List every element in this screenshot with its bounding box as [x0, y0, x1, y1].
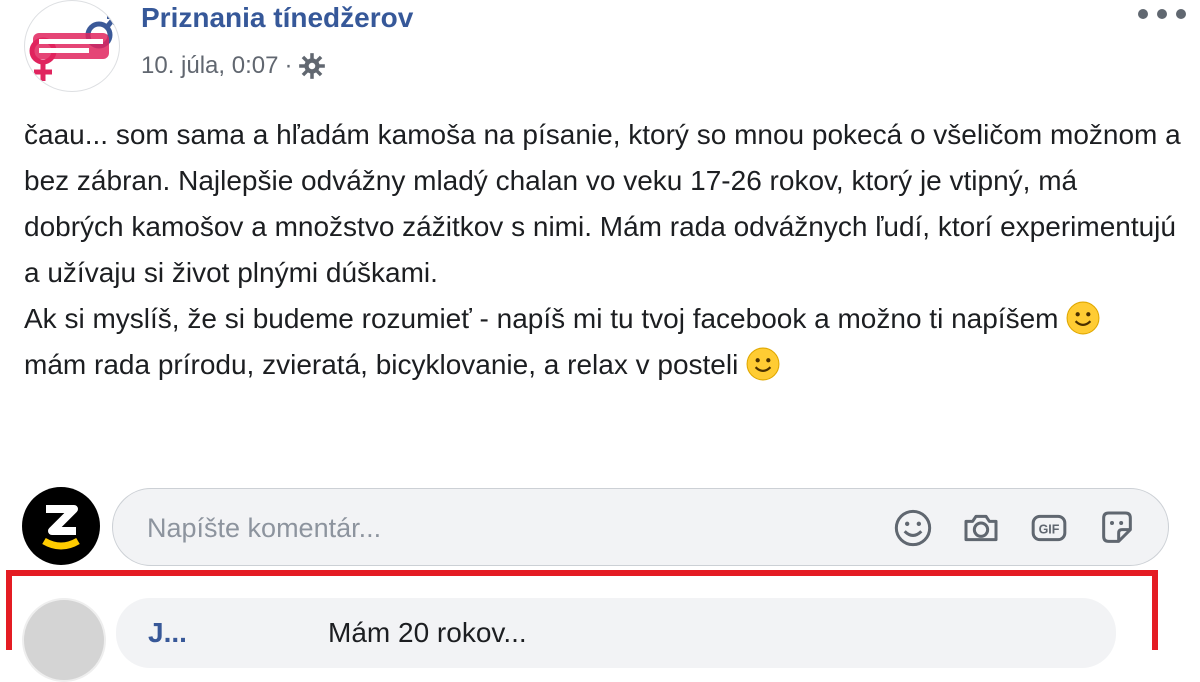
post-body: čaau... som sama a hľadám kamoša na písa… [24, 112, 1184, 388]
camera-icon[interactable] [961, 508, 1001, 548]
gear-icon[interactable] [298, 52, 326, 80]
dot [1176, 9, 1186, 19]
meta-separator: · [284, 52, 293, 79]
comment-composer: GIF [20, 485, 1180, 569]
gif-icon[interactable]: GIF [1029, 508, 1069, 548]
reply-avatar[interactable] [22, 598, 106, 682]
page-logo [29, 15, 117, 81]
page-avatar[interactable] [24, 0, 120, 92]
post-timestamp[interactable]: 10. júla, 0:07 [141, 52, 278, 80]
reply-bubble [116, 598, 1116, 668]
page-name-link[interactable]: Priznania tínedžerov [141, 2, 413, 34]
user-avatar[interactable] [22, 487, 100, 565]
emoji-icon[interactable] [893, 508, 933, 548]
sticker-icon[interactable] [1097, 508, 1137, 548]
svg-text:GIF: GIF [1039, 523, 1060, 537]
reply-author[interactable]: J... [148, 617, 187, 649]
user-logo-icon [42, 505, 80, 550]
post-paragraph: Ak si myslíš, že si budeme rozumieť - na… [24, 296, 1184, 342]
comment-input[interactable] [145, 489, 849, 567]
more-options-icon[interactable] [1138, 2, 1186, 26]
post-paragraph: mám rada prírodu, zvieratá, bicyklovanie… [24, 342, 1184, 388]
post-paragraph: čaau... som sama a hľadám kamoša na písa… [24, 119, 1181, 288]
dot [1157, 9, 1167, 19]
comment-box[interactable]: GIF [112, 488, 1169, 567]
post-meta: 10. júla, 0:07 · [141, 52, 326, 80]
smiley-emoji-icon [1066, 301, 1100, 335]
dot [1138, 9, 1148, 19]
reply-text: Mám 20 rokov... [328, 617, 527, 648]
smiley-emoji-icon [746, 347, 780, 381]
